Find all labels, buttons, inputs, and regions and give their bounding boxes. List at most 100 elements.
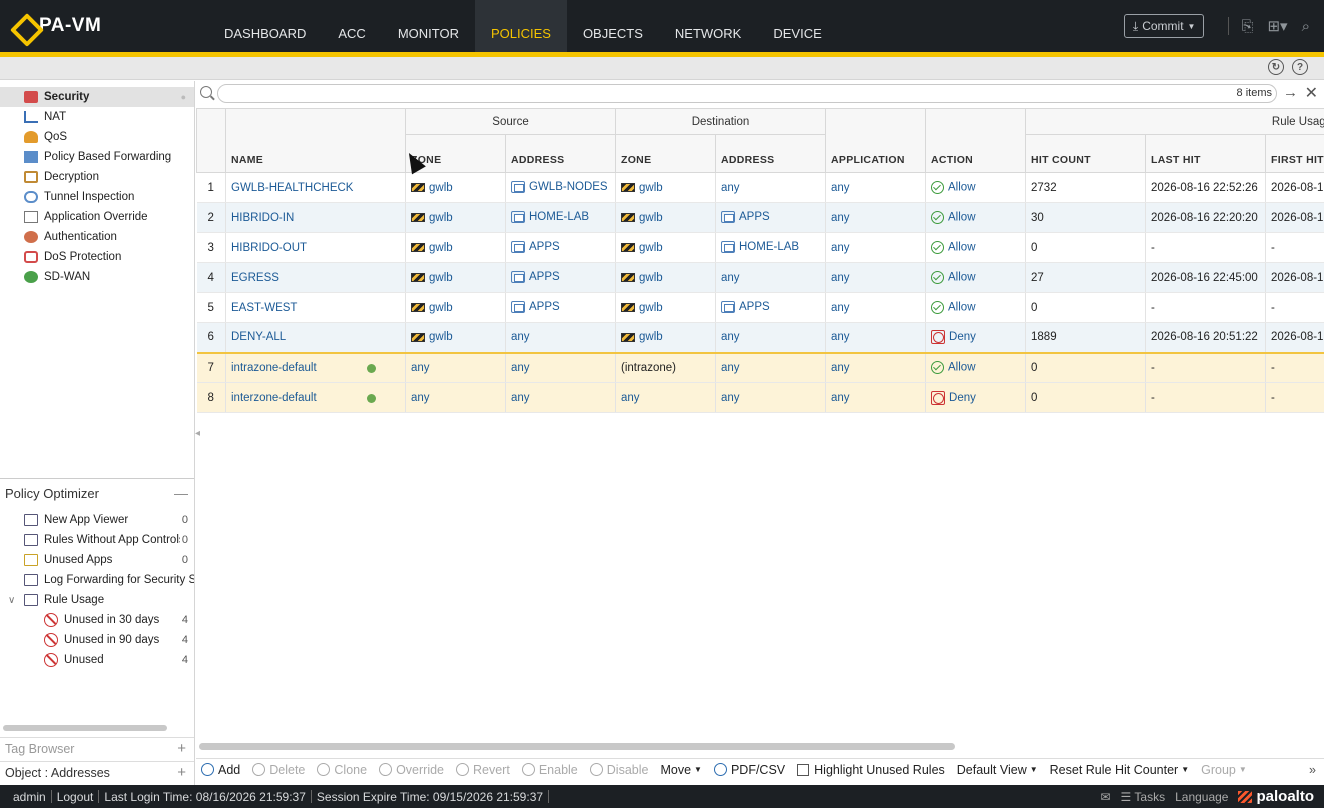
destination-zone[interactable]: gwlb <box>615 202 716 233</box>
delete-button[interactable]: Delete <box>252 763 305 777</box>
table-row[interactable]: 3 HIBRIDO-OUT gwlb APPS gwlb HOME-LAB an… <box>196 232 1324 263</box>
col-header-first-hit[interactable]: FIRST HIT <box>1265 134 1324 173</box>
source-zone[interactable]: any <box>405 382 506 413</box>
application[interactable]: any <box>825 202 927 233</box>
source-address[interactable]: any <box>505 322 616 353</box>
view-dropdown[interactable]: Default View ▼ <box>957 763 1038 777</box>
destination-address[interactable]: any <box>715 322 827 353</box>
collapse-icon[interactable]: — <box>174 485 188 501</box>
application[interactable]: any <box>825 262 927 293</box>
optimizer-item-rule-usage[interactable]: ∨ Rule Usage <box>0 590 194 610</box>
application[interactable]: any <box>825 382 927 413</box>
source-address[interactable]: APPS <box>505 232 616 263</box>
rule-name[interactable]: DENY-ALL <box>225 322 406 353</box>
source-address[interactable]: GWLB-NODES <box>505 172 616 203</box>
rule-usage-unused-90[interactable]: Unused in 90 days 4 <box>0 630 194 650</box>
action[interactable]: Allow <box>925 232 1027 263</box>
col-header-last-hit[interactable]: LAST HIT <box>1145 134 1267 173</box>
rule-name[interactable]: HIBRIDO-IN <box>225 202 406 233</box>
chevron-down-icon[interactable]: ∨ <box>8 595 15 606</box>
apply-filter-icon[interactable]: → <box>1283 84 1298 101</box>
source-zone[interactable]: gwlb <box>405 202 506 233</box>
language-link[interactable]: Language <box>1175 790 1228 804</box>
mail-icon[interactable]: ✉ <box>1100 790 1110 804</box>
rule-name[interactable]: HIBRIDO-OUT <box>225 232 406 263</box>
policy-item-nat[interactable]: NAT <box>0 107 194 127</box>
source-zone[interactable]: gwlb <box>405 172 506 203</box>
nav-policies[interactable]: POLICIES <box>474 0 567 52</box>
policy-item-security[interactable]: Security ● <box>0 87 194 107</box>
add-button[interactable]: Add <box>201 763 240 777</box>
enable-button[interactable]: Enable <box>521 763 578 777</box>
table-row[interactable]: 2 HIBRIDO-IN gwlb HOME-LAB gwlb APPS any… <box>196 202 1324 233</box>
destination-address[interactable]: any <box>715 262 827 293</box>
action[interactable]: Allow <box>925 351 1027 383</box>
source-zone[interactable]: gwlb <box>405 232 506 263</box>
source-zone[interactable]: gwlb <box>405 262 506 293</box>
action[interactable]: Allow <box>925 262 1027 293</box>
lock-config-icon[interactable]: ⎘ <box>1241 18 1253 35</box>
table-row[interactable]: 5 EAST-WEST gwlb APPS gwlb APPS any Allo… <box>196 292 1324 323</box>
help-icon[interactable]: ? <box>1292 59 1308 75</box>
action[interactable]: Allow <box>925 292 1027 323</box>
nav-monitor[interactable]: MONITOR <box>382 0 475 52</box>
destination-address[interactable]: any <box>715 172 827 203</box>
clear-filter-icon[interactable]: ✕ <box>1305 83 1318 103</box>
highlight-unused-checkbox[interactable] <box>797 763 810 776</box>
tag-browser-header[interactable]: Tag Browser + <box>0 737 194 759</box>
nav-acc[interactable]: ACC <box>322 0 381 52</box>
filter-input[interactable] <box>217 84 1277 103</box>
action[interactable]: Deny <box>925 322 1027 353</box>
policy-item-app-override[interactable]: Application Override <box>0 207 194 227</box>
clone-button[interactable]: Clone <box>317 763 367 777</box>
destination-address[interactable]: any <box>715 351 827 383</box>
policy-item-decryption[interactable]: Decryption <box>0 167 194 187</box>
source-address[interactable]: APPS <box>505 262 616 293</box>
nav-objects[interactable]: OBJECTS <box>567 0 659 52</box>
horizontal-scrollbar[interactable] <box>3 725 167 731</box>
highlight-unused-toggle[interactable]: Highlight Unused Rules <box>797 763 945 777</box>
table-row[interactable]: 7 intrazone-default any any (intrazone) … <box>196 351 1324 383</box>
table-row[interactable]: 1 GWLB-HEALTHCHECK gwlb GWLB-NODES gwlb … <box>196 172 1324 203</box>
destination-zone[interactable]: any <box>615 382 716 413</box>
disable-button[interactable]: Disable <box>589 763 648 777</box>
col-header-source-address[interactable]: ADDRESS <box>505 134 616 173</box>
override-button[interactable]: Override <box>379 763 444 777</box>
policy-item-authentication[interactable]: Authentication <box>0 227 194 247</box>
application[interactable]: any <box>825 322 927 353</box>
source-address[interactable]: any <box>505 351 616 383</box>
object-addresses-header[interactable]: Object : Addresses + <box>0 761 194 783</box>
destination-zone[interactable]: gwlb <box>615 292 716 323</box>
destination-zone[interactable]: gwlb <box>615 232 716 263</box>
destination-address[interactable]: APPS <box>715 292 827 323</box>
rule-usage-unused-30[interactable]: Unused in 30 days 4 <box>0 610 194 630</box>
expand-icon[interactable]: + <box>177 764 186 781</box>
source-zone[interactable]: gwlb <box>405 292 506 323</box>
more-icon[interactable]: » <box>1309 763 1316 777</box>
table-row[interactable]: 8 interzone-default any any any any any … <box>196 382 1324 413</box>
destination-zone[interactable]: gwlb <box>615 172 716 203</box>
col-header-application[interactable]: APPLICATION <box>825 108 927 173</box>
table-row[interactable]: 4 EGRESS gwlb APPS gwlb any any Allow 27… <box>196 262 1324 293</box>
action[interactable]: Allow <box>925 202 1027 233</box>
pdf-csv-button[interactable]: PDF/CSV <box>713 763 785 777</box>
panel-collapse-handle[interactable]: ◂ <box>195 428 200 439</box>
policy-optimizer-header[interactable]: Policy Optimizer — <box>0 482 194 504</box>
rule-name[interactable]: intrazone-default <box>225 351 406 383</box>
optimizer-item-unused-apps[interactable]: Unused Apps 0 <box>0 550 194 570</box>
col-header-hit-count[interactable]: HIT COUNT <box>1025 134 1147 173</box>
rule-name[interactable]: GWLB-HEALTHCHECK <box>225 172 406 203</box>
policy-item-tunnel-inspection[interactable]: Tunnel Inspection <box>0 187 194 207</box>
commit-button[interactable]: ⤓ Commit ▼ <box>1123 14 1205 38</box>
policy-item-pbf[interactable]: Policy Based Forwarding <box>0 147 194 167</box>
table-row[interactable]: 6 DENY-ALL gwlb any gwlb any any Deny 18… <box>196 322 1324 353</box>
policy-item-sdwan[interactable]: SD-WAN <box>0 267 194 287</box>
nav-device[interactable]: DEVICE <box>757 0 837 52</box>
optimizer-item-new-app-viewer[interactable]: New App Viewer 0 <box>0 510 194 530</box>
destination-zone[interactable]: gwlb <box>615 262 716 293</box>
col-header-destination-zone[interactable]: ZONE <box>615 134 716 173</box>
application[interactable]: any <box>825 232 927 263</box>
col-header-action[interactable]: ACTION <box>925 108 1027 173</box>
reset-hit-counter-dropdown[interactable]: Reset Rule Hit Counter ▼ <box>1050 763 1189 777</box>
nav-dashboard[interactable]: DASHBOARD <box>208 0 322 52</box>
